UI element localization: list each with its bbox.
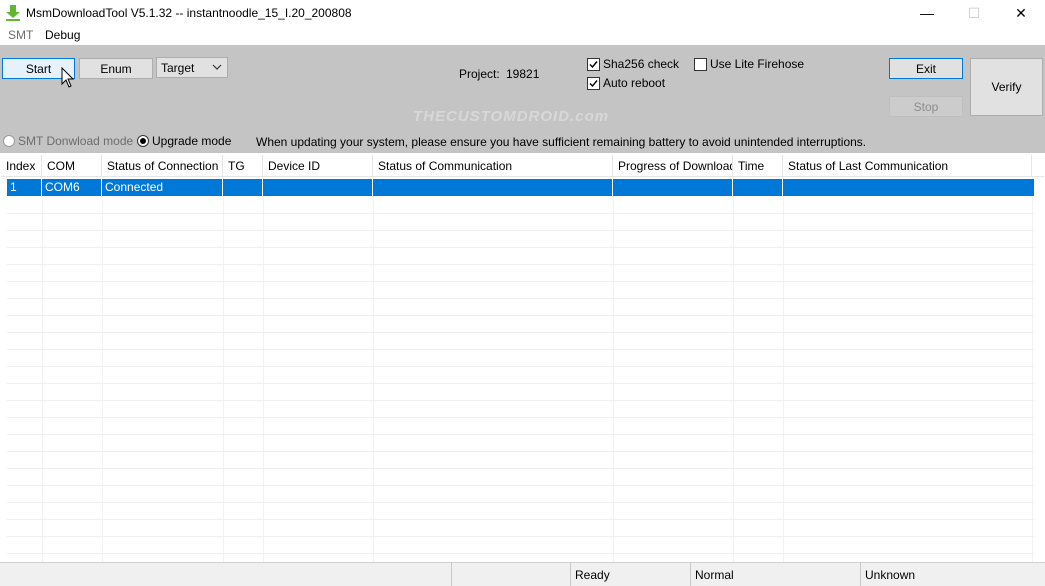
minimize-button[interactable]: — [904, 0, 950, 26]
window-title: MsmDownloadTool V5.1.32 -- instantnoodle… [26, 6, 352, 20]
cell-index: 1 [7, 179, 42, 196]
watermark: THECUSTOMDROID.com [413, 108, 610, 125]
title-bar: MsmDownloadTool V5.1.32 -- instantnoodle… [0, 0, 1045, 26]
empty-row [7, 350, 1034, 367]
sha256-check-label: Sha256 check [603, 57, 680, 71]
column-header-last-communication[interactable]: Status of Last Communication [783, 155, 1032, 177]
empty-row [7, 299, 1034, 316]
empty-row [7, 384, 1034, 401]
project-value: 19821 [506, 67, 540, 81]
column-header-device-id[interactable]: Device ID [263, 155, 373, 177]
upgrade-mode-label: Upgrade mode [152, 134, 232, 148]
empty-row [7, 418, 1034, 435]
download-arrow-icon [6, 5, 20, 21]
column-header-index[interactable]: Index [1, 155, 42, 177]
empty-row [7, 197, 1034, 214]
enum-button[interactable]: Enum [79, 58, 153, 79]
empty-row [7, 452, 1034, 469]
column-header-tg[interactable]: TG [223, 155, 263, 177]
cell-status-connection: Connected [102, 179, 223, 196]
cell-tg [223, 179, 263, 196]
cell-status-communication [373, 179, 613, 196]
lite-firehose-check[interactable]: Use Lite Firehose [694, 57, 804, 71]
cell-progress [613, 179, 733, 196]
table-header: Index COM Status of Connection TG Device… [1, 155, 1044, 177]
menu-debug[interactable]: Debug [45, 28, 80, 42]
empty-row [7, 214, 1034, 231]
status-bar: Ready Normal Unknown [0, 562, 1045, 586]
empty-row [7, 469, 1034, 486]
checkmark-icon [589, 60, 598, 68]
empty-row [7, 333, 1034, 350]
cell-time [733, 179, 783, 196]
sha256-check[interactable]: Sha256 check [587, 57, 679, 71]
smt-download-mode-label: SMT Donwload mode [18, 134, 134, 148]
status-ready: Ready [570, 563, 690, 586]
lite-firehose-checkbox[interactable] [694, 57, 707, 71]
cell-device-id [263, 179, 373, 196]
menu-bar: SMT Debug [0, 26, 1045, 45]
device-table[interactable]: Index COM Status of Connection TG Device… [1, 155, 1044, 562]
cell-com: COM6 [42, 179, 102, 196]
battery-warning: When updating your system, please ensure… [256, 135, 867, 149]
empty-row [7, 486, 1034, 503]
verify-button[interactable]: Verify [970, 58, 1043, 116]
auto-reboot-label: Auto reboot [603, 76, 666, 90]
empty-row [7, 503, 1034, 520]
status-cell-empty [451, 563, 570, 586]
stop-button[interactable]: Stop [889, 96, 963, 117]
auto-reboot-check[interactable]: Auto reboot [587, 76, 665, 90]
smt-download-mode-radio[interactable]: SMT Donwload mode [3, 134, 133, 148]
empty-row [7, 520, 1034, 537]
empty-row [7, 401, 1034, 418]
target-select-value: Target [161, 60, 195, 75]
menu-smt[interactable]: SMT [8, 28, 33, 42]
exit-button[interactable]: Exit [889, 58, 963, 79]
cell-last-communication [783, 179, 1034, 196]
empty-row [7, 282, 1034, 299]
column-header-time[interactable]: Time [733, 155, 783, 177]
control-panel: Start Enum Target Project: 19821 Sha256 … [0, 45, 1045, 153]
close-button[interactable]: ✕ [998, 0, 1044, 26]
upgrade-mode-radio[interactable]: Upgrade mode [137, 134, 231, 148]
auto-reboot-checkbox[interactable] [587, 76, 600, 90]
table-row[interactable]: 1 COM6 Connected [7, 179, 1034, 196]
empty-row [7, 265, 1034, 282]
sha256-checkbox[interactable] [587, 57, 600, 71]
empty-row [7, 231, 1034, 248]
project-label: Project: [459, 67, 500, 81]
checkmark-icon [589, 79, 598, 87]
empty-row [7, 316, 1034, 333]
radio-indicator [137, 135, 149, 147]
target-select[interactable]: Target [156, 57, 228, 78]
status-normal: Normal [690, 563, 860, 586]
column-header-progress[interactable]: Progress of Download [613, 155, 733, 177]
empty-row [7, 537, 1034, 554]
column-header-status-communication[interactable]: Status of Communication [373, 155, 613, 177]
lite-firehose-label: Use Lite Firehose [710, 57, 805, 71]
status-unknown: Unknown [860, 563, 1045, 586]
empty-row [7, 367, 1034, 384]
mouse-cursor-icon [61, 67, 75, 88]
chevron-down-icon [212, 64, 222, 70]
column-header-status-connection[interactable]: Status of Connection [102, 155, 223, 177]
column-header-com[interactable]: COM [42, 155, 102, 177]
empty-row [7, 248, 1034, 265]
empty-row [7, 435, 1034, 452]
radio-indicator [3, 135, 15, 147]
maximize-button[interactable]: ☐ [951, 0, 997, 26]
